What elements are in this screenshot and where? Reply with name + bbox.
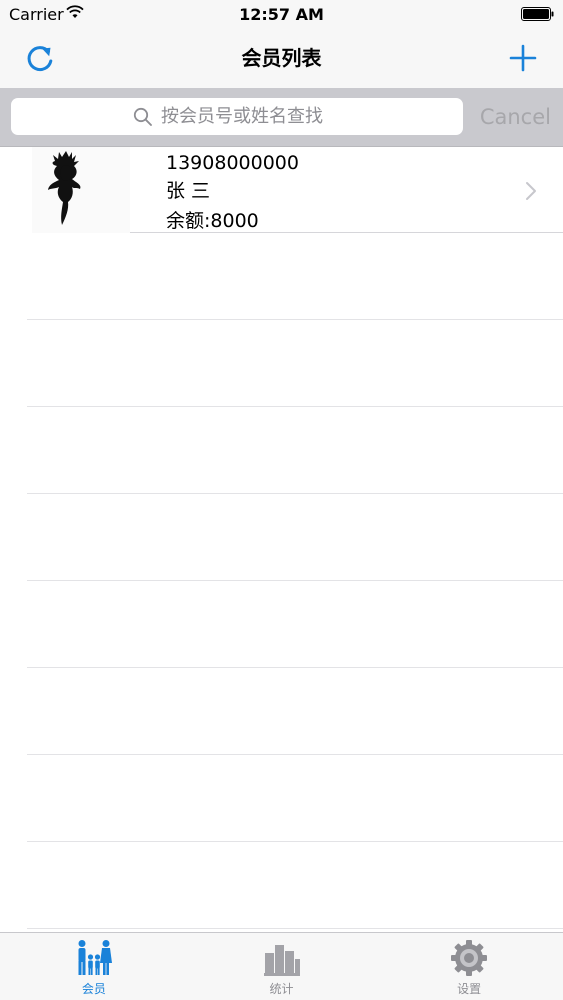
page-title: 会员列表	[241, 46, 322, 70]
empty-row	[0, 233, 563, 320]
tab-label-stats: 统计	[269, 982, 294, 996]
member-balance: 余额:8000	[166, 210, 259, 232]
member-phone: 13908000000	[166, 152, 299, 174]
member-list: 13908000000 张 三 余额:8000	[0, 147, 563, 929]
lizard-avatar-icon	[48, 151, 81, 225]
empty-row	[0, 668, 563, 755]
row-separator	[27, 928, 563, 929]
search-icon	[133, 107, 152, 126]
status-bar: Carrier 12:57 AM	[0, 0, 563, 30]
search-input[interactable]	[161, 106, 341, 127]
empty-row	[0, 842, 563, 929]
empty-row	[0, 581, 563, 668]
battery-icon	[521, 7, 554, 21]
tab-stats[interactable]: 统计	[188, 933, 376, 1000]
member-avatar	[32, 147, 130, 233]
empty-row	[0, 494, 563, 581]
navigation-bar: 会员列表	[0, 30, 563, 88]
tab-settings[interactable]: 设置	[375, 933, 563, 1000]
tab-label-members: 会员	[81, 982, 106, 996]
cancel-button[interactable]: Cancel	[480, 102, 551, 132]
settings-gear-icon	[451, 940, 488, 976]
member-name: 张 三	[166, 180, 211, 202]
screen: Carrier 12:57 AM 会员列表 按会员号或姓名查找 Cancel 1…	[0, 0, 563, 1000]
empty-row	[0, 407, 563, 494]
members-icon	[78, 940, 112, 975]
tab-label-settings: 设置	[457, 982, 482, 996]
stats-icon	[263, 945, 300, 976]
search-field[interactable]	[11, 98, 463, 135]
empty-row	[0, 755, 563, 842]
empty-row	[0, 320, 563, 407]
status-time: 12:57 AM	[239, 5, 324, 24]
member-row[interactable]: 13908000000 张 三 余额:8000	[0, 147, 563, 233]
search-bar: Cancel	[0, 88, 563, 147]
plus-icon[interactable]	[505, 40, 541, 76]
tab-bar: 会员 统计 设置	[0, 932, 563, 1000]
tab-members[interactable]: 会员	[0, 933, 188, 1000]
chevron-right-icon	[526, 182, 536, 200]
